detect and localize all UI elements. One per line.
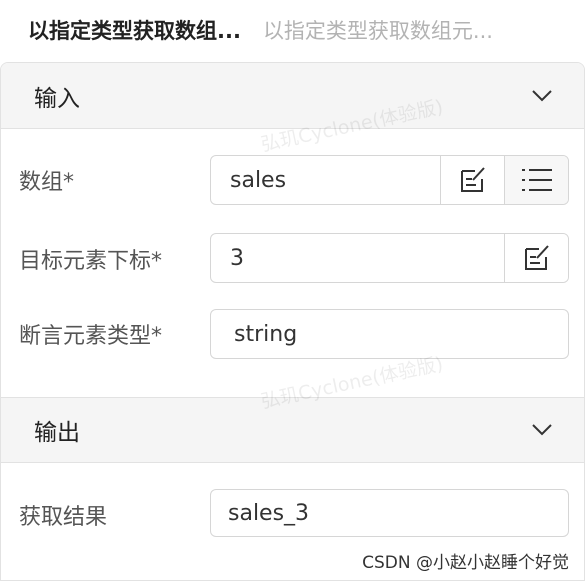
chevron-down-icon[interactable] xyxy=(532,424,552,436)
result-label: 获取结果 xyxy=(19,505,108,530)
target-index-label: 目标元素下标* xyxy=(19,249,163,274)
array-list-button[interactable] xyxy=(504,156,568,204)
assert-type-value[interactable]: string xyxy=(211,310,568,358)
input-section-header[interactable]: 输入 xyxy=(1,63,584,129)
array-edit-button[interactable] xyxy=(440,156,504,204)
chevron-down-icon[interactable] xyxy=(532,89,552,102)
edit-icon xyxy=(460,167,485,192)
result-field[interactable]: sales_3 xyxy=(210,489,569,537)
assert-type-label: 断言元素类型* xyxy=(19,324,163,349)
target-index-field[interactable]: 3 xyxy=(210,233,569,283)
output-section-title: 输出 xyxy=(34,420,80,446)
target-index-edit-button[interactable] xyxy=(504,234,568,282)
edit-icon xyxy=(524,245,549,270)
list-icon xyxy=(521,169,552,191)
output-section-header[interactable]: 输出 xyxy=(1,397,584,463)
array-field[interactable]: sales xyxy=(210,155,569,205)
csdn-credit: CSDN @小赵小赵睡个好觉 xyxy=(362,553,569,573)
properties-panel: 输入 数组* sales 目标元素下标* 3 断言元素类型* string 输出… xyxy=(0,62,585,581)
target-index-value[interactable]: 3 xyxy=(211,234,504,282)
tab-active[interactable]: 以指定类型获取数组... xyxy=(28,15,241,45)
array-field-value[interactable]: sales xyxy=(211,156,440,204)
assert-type-field[interactable]: string xyxy=(210,309,569,359)
array-label: 数组* xyxy=(19,170,75,195)
tab-bar: 以指定类型获取数组... 以指定类型获取数组元... xyxy=(0,0,585,60)
input-section-title: 输入 xyxy=(34,85,80,112)
result-value[interactable]: sales_3 xyxy=(211,490,568,536)
tab-inactive[interactable]: 以指定类型获取数组元... xyxy=(263,15,493,45)
